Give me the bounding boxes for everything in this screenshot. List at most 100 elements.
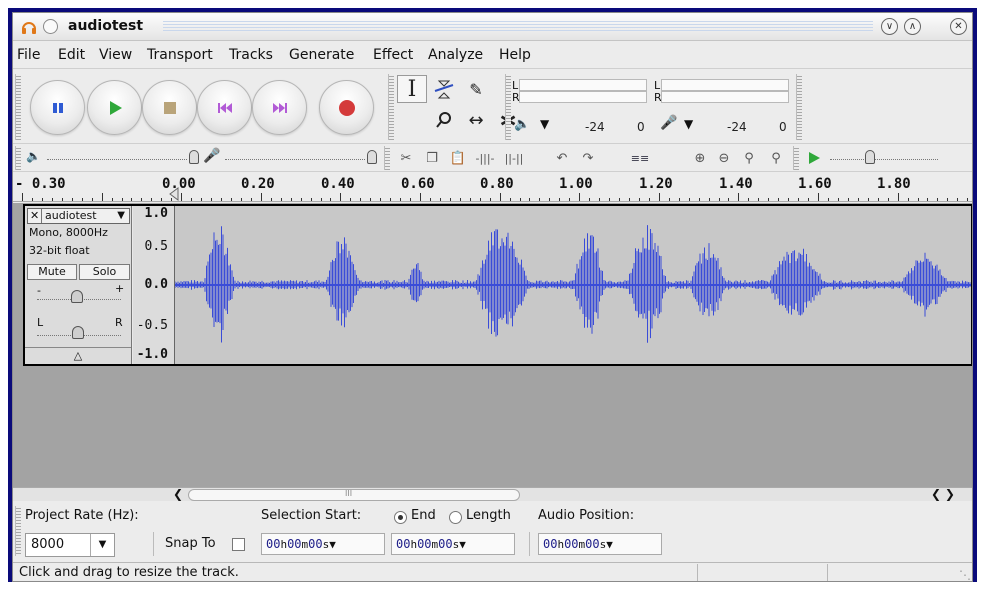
waveform-display[interactable]: [174, 206, 971, 364]
menu-view[interactable]: View: [99, 47, 132, 63]
snap-to-checkbox[interactable]: [232, 538, 245, 551]
mute-button[interactable]: Mute: [27, 264, 77, 280]
envelope-tool-button[interactable]: [429, 75, 459, 103]
chevron-down-icon[interactable]: ▼: [329, 538, 336, 551]
playback-volume-slider[interactable]: [47, 152, 187, 160]
toolbar-grip[interactable]: [15, 74, 21, 140]
chevron-down-icon[interactable]: ▼: [459, 538, 466, 551]
slider-thumb[interactable]: [865, 150, 875, 164]
toolbar-grip[interactable]: [796, 74, 802, 140]
ruler-tick: [738, 193, 740, 201]
play-button[interactable]: [87, 80, 142, 135]
solo-button[interactable]: Solo: [79, 264, 130, 280]
playback-meter-right[interactable]: [519, 91, 647, 103]
slider-thumb[interactable]: [71, 290, 83, 303]
pause-icon: [52, 102, 63, 113]
fit-selection-icon: ⚲: [744, 150, 754, 166]
zoom-in-button[interactable]: ⊕: [689, 147, 711, 169]
fit-selection-button[interactable]: ⚲: [738, 147, 760, 169]
copy-button[interactable]: ❐: [421, 147, 443, 169]
undo-button[interactable]: ↶: [551, 147, 573, 169]
end-radio[interactable]: [394, 511, 407, 524]
selection-end-time[interactable]: 00h00m00s▼: [391, 533, 515, 555]
timeshift-tool-button[interactable]: ↔: [461, 106, 491, 134]
zoom-out-icon: ⊖: [718, 150, 730, 166]
track-name-menu[interactable]: ✕ audiotest ▼: [27, 208, 130, 224]
menu-help[interactable]: Help: [499, 47, 531, 63]
maximize-button[interactable]: ∧: [904, 18, 921, 35]
ruler-tick: [71, 198, 73, 201]
cut-button[interactable]: ✂: [395, 147, 417, 169]
ruler-tick: [658, 193, 660, 201]
play-speed-slider[interactable]: [830, 152, 938, 160]
track-close-icon[interactable]: ✕: [30, 209, 42, 223]
microphone-icon[interactable]: 🎤: [660, 115, 677, 131]
toolbar-grip[interactable]: [793, 146, 799, 170]
zoom-out-button[interactable]: ⊖: [713, 147, 735, 169]
scroll-left-icon[interactable]: ❮: [173, 487, 183, 501]
trim-button[interactable]: -|||-: [474, 147, 496, 169]
playback-meter-left[interactable]: [519, 79, 647, 91]
hours-value: 00: [543, 537, 558, 551]
silence-button[interactable]: ||-||: [503, 147, 525, 169]
record-meter-right[interactable]: [661, 91, 789, 103]
speaker-icon[interactable]: 🔈: [514, 117, 530, 132]
paste-button[interactable]: 📋: [447, 147, 469, 169]
play-head-marker[interactable]: [168, 187, 180, 201]
ruler-tick: [509, 198, 511, 201]
collapse-track-button[interactable]: △: [25, 347, 131, 364]
zoom-tool-button[interactable]: [429, 106, 459, 134]
menu-analyze[interactable]: Analyze: [428, 47, 483, 63]
scrollbar-thumb[interactable]: III: [188, 489, 520, 501]
length-radio[interactable]: [449, 511, 462, 524]
stop-button[interactable]: [142, 80, 197, 135]
fit-project-button[interactable]: ⚲: [765, 147, 787, 169]
project-rate-select[interactable]: 8000 ▼: [25, 533, 115, 557]
audio-track[interactable]: ✕ audiotest ▼ Mono, 8000Hz 32-bit float M…: [23, 204, 972, 366]
selection-tool-button[interactable]: I: [397, 75, 427, 103]
ruler-tick: [350, 198, 352, 201]
slider-thumb[interactable]: [72, 326, 84, 339]
record-volume-slider[interactable]: [225, 152, 365, 160]
slider-thumb[interactable]: [367, 150, 377, 164]
slider-thumb[interactable]: [189, 150, 199, 164]
track-area[interactable]: ✕ audiotest ▼ Mono, 8000Hz 32-bit float M…: [13, 203, 972, 487]
toolbar-grip[interactable]: [388, 74, 394, 140]
playback-volume-icon: 🔈: [26, 149, 41, 163]
playback-meter-dropdown[interactable]: ▼: [540, 117, 549, 131]
skip-start-button[interactable]: [197, 80, 252, 135]
scroll-right-icon[interactable]: ❮ ❯: [931, 487, 955, 501]
toolbar-grip[interactable]: [15, 506, 21, 556]
toolbar-grip[interactable]: [384, 146, 390, 170]
menu-transport[interactable]: Transport: [147, 47, 213, 63]
record-meter-dropdown[interactable]: ▼: [684, 117, 693, 131]
pause-button[interactable]: [30, 80, 85, 135]
menu-file[interactable]: File: [17, 47, 40, 63]
toolbar-grip[interactable]: [15, 146, 21, 170]
close-button[interactable]: ✕: [950, 18, 967, 35]
title-bar[interactable]: audiotest ∨ ∧ ✕: [13, 13, 972, 41]
redo-button[interactable]: ↷: [577, 147, 599, 169]
ruler-tick: [907, 198, 909, 201]
audio-position-time[interactable]: 00h00m00s▼: [538, 533, 662, 555]
record-button[interactable]: [319, 80, 374, 135]
minimize-button[interactable]: ∨: [881, 18, 898, 35]
draw-tool-button[interactable]: ✎: [461, 75, 491, 103]
record-meter-left[interactable]: [661, 79, 789, 91]
chevron-down-icon[interactable]: ▼: [606, 538, 613, 551]
resize-grip-icon[interactable]: ⋱: [959, 568, 971, 581]
ruler-tick: [310, 198, 312, 201]
menu-edit[interactable]: Edit: [58, 47, 85, 63]
menu-effect[interactable]: Effect: [373, 47, 413, 63]
horizontal-scrollbar[interactable]: ❮ III ❮ ❯: [13, 487, 972, 501]
selection-start-time[interactable]: 00h00m00s▼: [261, 533, 385, 555]
pin-icon[interactable]: [43, 19, 58, 34]
toolbar-grip[interactable]: [505, 74, 511, 140]
skip-end-button[interactable]: [252, 80, 307, 135]
timeline-ruler[interactable]: - 0.30 0.00 0.20 0.40 0.60 0.80 1.00 1.2…: [13, 172, 972, 202]
menu-tracks[interactable]: Tracks: [229, 47, 273, 63]
sync-lock-button[interactable]: ≡≡: [625, 147, 655, 169]
play-at-speed-button[interactable]: [803, 147, 825, 169]
menu-generate[interactable]: Generate: [289, 47, 354, 63]
amplitude-scale[interactable]: 1.0 0.5 0.0 -0.5 -1.0: [133, 206, 175, 364]
